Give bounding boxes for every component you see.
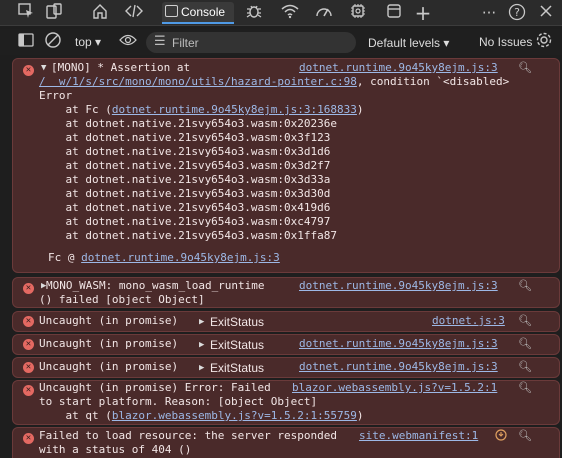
console-error-message[interactable]: ✕ Failed to load resource: the server re… [12,427,560,458]
stack-frame-text: at dotnet.native.21svy654o3.wasm:0x3f123 [39,131,331,144]
stack-frame-close: ) [356,409,364,422]
message-text: with a status of 404 () [39,443,192,456]
network-wifi-icon[interactable] [280,3,300,23]
stack-frame-text: at dotnet.native.21svy654o3.wasm:0x20236… [39,117,338,130]
console-error-message[interactable]: ✕ Uncaught (in promise) ▶ ExitStatus dot… [12,357,560,378]
console-error-message[interactable]: ✕ Uncaught (in promise) Error: Failed to… [12,380,560,425]
caller-prefix: Fc @ [48,251,82,264]
source-link[interactable]: dotnet.runtime.9o45ky8ejm.js:3 [299,61,498,75]
message-text: [MONO] * Assertion at [51,61,191,74]
expand-triangle-icon[interactable]: ▶ [199,361,204,375]
condition-text: , condition `<disabled> [356,75,510,88]
error-icon: ✕ [23,385,34,396]
message-text: MONO_WASM: mono_wasm_load_runtime [46,279,265,292]
search-magnifier-icon[interactable]: 🔍︎ [518,360,532,374]
tab-console[interactable]: Console [162,2,234,24]
stack-frame-text: at dotnet.native.21svy654o3.wasm:0x419d6 [39,201,331,214]
message-text: Uncaught (in promise) [39,314,179,327]
console-error-message[interactable]: ✕ Uncaught (in promise) ▶ ExitStatus dot… [12,334,560,355]
console-error-message[interactable]: ✕ ▼ [MONO] * Assertion at dotnet.runtime… [12,58,560,273]
filter-icon: ☰ [154,34,166,49]
error-icon: ✕ [23,362,34,373]
stack-frame-text: at dotnet.native.21svy654o3.wasm:0x3d33a [39,173,331,186]
source-link[interactable]: dotnet.runtime.9o45ky8ejm.js:3 [299,279,498,293]
source-link[interactable]: dotnet.runtime.9o45ky8ejm.js:3 [299,360,498,374]
file-path-link[interactable]: / w/1/s/src/mono/mono/utils/hazard-point… [39,75,357,88]
stack-frame-link[interactable]: blazor.webassembly.js?v=1.5.2:1:55759 [112,409,357,422]
error-icon: ✕ [23,283,34,294]
search-magnifier-icon[interactable]: 🔍︎ [518,381,532,395]
error-icon: ✕ [23,65,34,76]
source-link[interactable]: dotnet.runtime.9o45ky8ejm.js:3 [299,337,498,351]
filter-input[interactable]: ☰ Filter [146,32,356,53]
console-error-message[interactable]: ✕ ▶ MONO_WASM: mono_wasm_load_runtime ()… [12,277,560,308]
live-expression-eye-icon[interactable] [118,32,138,52]
search-magnifier-icon[interactable]: 🔍︎ [518,279,532,293]
chevron-down-icon: ▾ [443,36,450,50]
network-request-icon[interactable] [495,429,507,445]
caller-link[interactable]: dotnet.runtime.9o45ky8ejm.js:3 [81,251,280,264]
stack-frame-close: ) [356,103,364,116]
more-tools-ellipsis-icon[interactable]: ··· [479,3,499,23]
stack-frame-link[interactable]: dotnet.runtime.9o45ky8ejm.js:3:168833 [112,103,357,116]
exit-status-object[interactable]: ExitStatus [210,361,264,375]
expand-triangle-icon[interactable]: ▼ [41,61,46,75]
filter-placeholder: Filter [172,36,199,50]
stack-frame-text: at dotnet.native.21svy654o3.wasm:0x1ffa8… [39,229,338,242]
error-icon: ✕ [23,339,34,350]
source-link[interactable]: site.webmanifest:1 [359,429,478,443]
help-icon[interactable]: ? [507,3,527,23]
chevron-down-icon: ▾ [95,35,102,49]
message-text: to start platform. Reason: [object Objec… [39,395,318,408]
stack-frame-text: at dotnet.native.21svy654o3.wasm:0x3d2f7 [39,159,331,172]
console-toolbar: top ▾ ☰ Filter Default levels ▾ No Issue… [0,29,562,55]
message-text: Failed to load resource: the server resp… [39,429,338,442]
context-selector[interactable]: top ▾ [75,35,101,49]
close-devtools-icon[interactable] [536,3,556,23]
message-text: Uncaught (in promise) [39,360,179,373]
search-magnifier-icon[interactable]: 🔍︎ [518,429,532,443]
devtools-tab-bar: Console + ··· ? [0,0,562,26]
console-settings-gear-icon[interactable] [534,31,554,51]
message-text: Uncaught (in promise) Error: Failed [39,381,271,394]
stack-frame-text: at Fc ( [39,103,112,116]
stack-frame-text: at dotnet.native.21svy654o3.wasm:0x3d1d6 [39,145,331,158]
search-magnifier-icon[interactable]: 🔍︎ [518,61,532,75]
issues-counter[interactable]: No Issues [479,35,532,49]
message-text: () failed [object Object] [39,293,205,306]
source-link[interactable]: dotnet.js:3 [432,314,505,328]
exit-status-object[interactable]: ExitStatus [210,315,264,329]
console-icon [165,5,178,17]
performance-gauge-icon[interactable] [314,3,334,23]
source-link[interactable]: blazor.webassembly.js?v=1.5.2:1 [292,381,497,395]
application-panel-icon[interactable] [384,3,404,23]
log-levels-dropdown[interactable]: Default levels ▾ [368,36,449,50]
expand-triangle-icon[interactable]: ▶ [199,315,204,329]
exit-status-object[interactable]: ExitStatus [210,338,264,352]
clear-console-icon[interactable] [43,31,63,51]
device-toolbar-icon[interactable] [44,3,64,23]
message-text: Uncaught (in promise) [39,337,179,350]
inspect-element-icon[interactable] [16,3,36,23]
search-magnifier-icon[interactable]: 🔍︎ [518,314,532,328]
sources-bug-icon[interactable] [244,3,264,23]
stack-frame-text: at dotnet.native.21svy654o3.wasm:0xc4797 [39,215,331,228]
error-icon: ✕ [23,316,34,327]
welcome-home-icon[interactable] [90,3,110,23]
sidebar-toggle-icon[interactable] [16,32,36,52]
error-label: Error [39,89,73,102]
stack-frame-text: at qt ( [39,409,112,422]
context-selector-value: top [75,35,92,49]
add-tab-plus-icon[interactable]: + [413,3,433,23]
log-levels-label: Default levels [368,36,441,50]
console-error-message[interactable]: ✕ Uncaught (in promise) ▶ ExitStatus dot… [12,311,560,332]
search-magnifier-icon[interactable]: 🔍︎ [518,337,532,351]
svg-text:?: ? [514,6,520,19]
elements-tab-icon[interactable] [124,3,144,23]
memory-chip-icon[interactable] [348,3,368,23]
error-icon: ✕ [23,433,34,444]
expand-triangle-icon[interactable]: ▶ [199,338,204,352]
tab-console-label: Console [181,5,226,19]
stack-frame-text: at dotnet.native.21svy654o3.wasm:0x3d30d [39,187,331,200]
